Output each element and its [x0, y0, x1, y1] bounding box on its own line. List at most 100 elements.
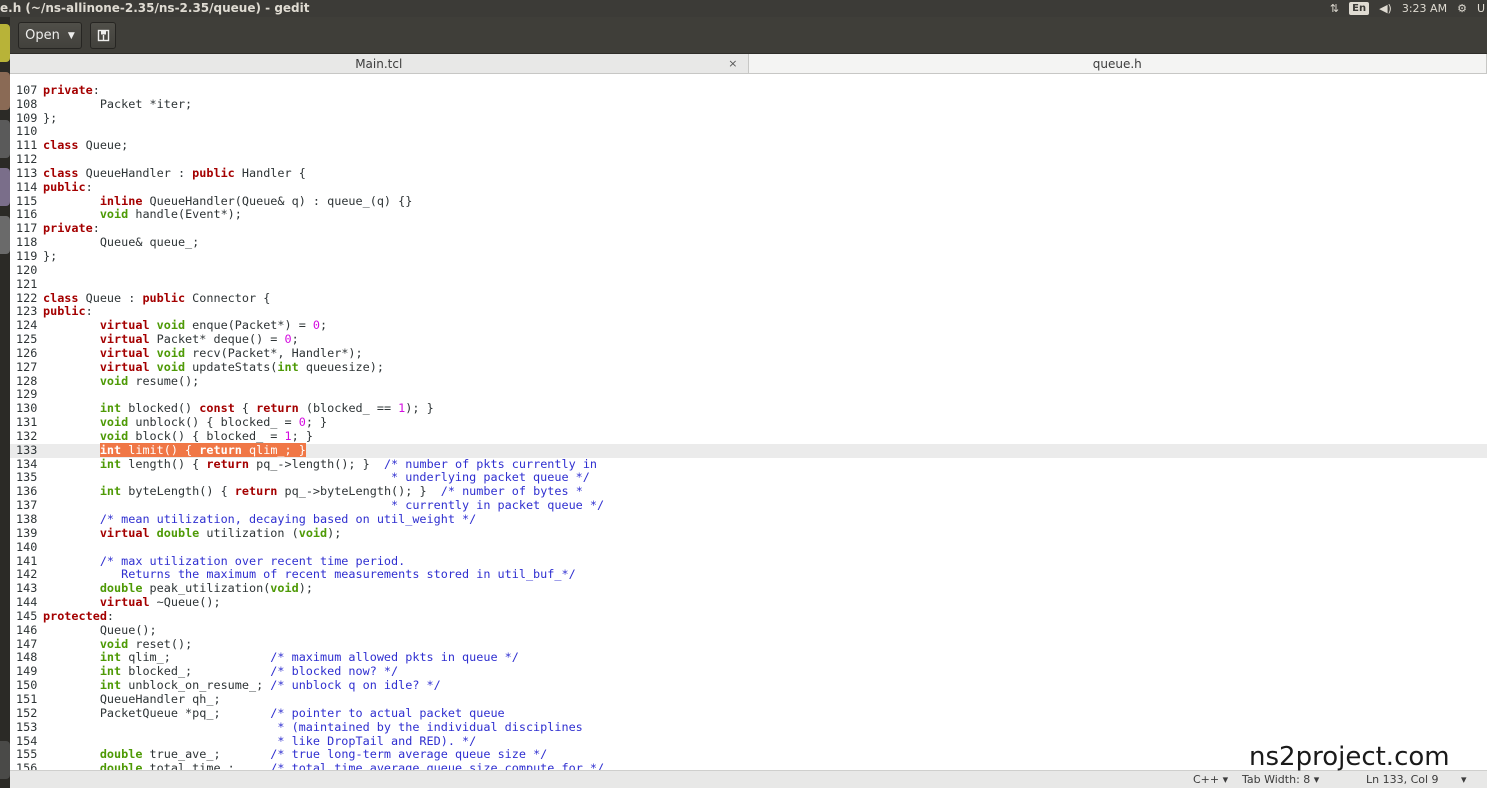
tab-main-tcl[interactable]: Main.tcl × — [10, 54, 749, 73]
code-line: 118 Queue& queue_; — [10, 235, 1487, 250]
code-line: 148 int qlim_; /* maximum allowed pkts i… — [10, 651, 1487, 665]
code-line: 142 Returns the maximum of recent measur… — [10, 567, 1487, 582]
pin-icon[interactable] — [90, 22, 116, 49]
code-line: 133 int limit() { return qlim_; } — [10, 442, 1487, 458]
code-line: 115 inline QueueHandler(Queue& q) : queu… — [10, 193, 1487, 209]
line-number: 108 — [16, 96, 38, 111]
code-line: 130 int blocked() const { return (blocke… — [10, 401, 1487, 416]
line-number: 127 — [16, 359, 38, 374]
launcher-app-icon[interactable] — [0, 72, 10, 110]
code-line: 114 public: — [10, 179, 1487, 195]
line-number: 112 — [16, 152, 38, 167]
code-line: 125 virtual Packet* deque() = 0; — [10, 332, 1487, 347]
line-number: 132 — [16, 428, 38, 443]
line-number: 141 — [16, 553, 38, 568]
open-button[interactable]: Open ▼ — [18, 22, 82, 49]
code-line: 113 class QueueHandler : public Handler { — [10, 166, 1487, 181]
language-selector[interactable]: C++ ▾ — [1193, 773, 1228, 786]
line-number: 137 — [16, 498, 38, 513]
header-bar: Open ▼ — [10, 17, 1487, 54]
code-line: 152 PacketQueue *pq_; /* pointer to actu… — [10, 706, 1487, 721]
line-number: 115 — [16, 193, 38, 208]
chevron-down-icon: ▼ — [67, 30, 75, 41]
code-line: 109}; — [10, 111, 1487, 126]
code-line: 138 /* mean utilization, decaying based … — [10, 512, 1487, 527]
code-line: 122 class Queue : public Connector { — [10, 291, 1487, 306]
code-line: 126 virtual void recv(Packet*, Handler*)… — [10, 345, 1487, 361]
code-line: 143 double peak_utilization(void); — [10, 581, 1487, 596]
user-indicator[interactable]: U — [1477, 0, 1485, 17]
code-line: 139 virtual double utilization (void); — [10, 526, 1487, 541]
code-editor[interactable]: 107 private: 108 Packet *iter; 109}; 110 111 c… — [10, 74, 1487, 770]
line-number: 118 — [16, 235, 38, 250]
launcher-app-icon[interactable] — [0, 168, 10, 206]
line-number: 140 — [16, 539, 38, 554]
tab-label: Main.tcl — [355, 57, 403, 71]
line-number: 120 — [16, 262, 38, 277]
code-line: 111 class Queue; — [10, 138, 1487, 153]
code-line: 129 — [10, 388, 1487, 402]
line-number: 142 — [16, 567, 38, 582]
line-number: 146 — [16, 622, 38, 637]
code-line: 146 Queue(); — [10, 622, 1487, 638]
watermark: ns2project.com — [1249, 742, 1450, 772]
line-number: 114 — [16, 179, 38, 194]
code-line: 150 int unblock_on_resume_; /* unblock q… — [10, 678, 1487, 693]
line-number: 151 — [16, 691, 38, 706]
keyboard-layout-indicator[interactable]: En — [1349, 2, 1370, 15]
line-number: 110 — [16, 124, 38, 139]
code-line: 141 /* max utilization over recent time … — [10, 553, 1487, 569]
status-bar: C++ ▾ Tab Width: 8 ▾ Ln 133, Col 9 ▾ — [10, 770, 1487, 788]
code-line: 140 — [10, 539, 1487, 555]
code-line: 110 — [10, 125, 1487, 139]
code-line: 116 void handle(Event*); — [10, 208, 1487, 222]
launcher — [0, 17, 10, 788]
line-number: 136 — [16, 484, 38, 499]
top-panel: e.h (~/ns-allinone-2.35/ns-2.35/queue) -… — [0, 0, 1487, 17]
line-number: 153 — [16, 719, 38, 734]
code-lines: 107 private: 108 Packet *iter; 109}; 110 111 c… — [10, 74, 1487, 770]
line-number: 148 — [16, 650, 38, 665]
launcher-app-icon[interactable] — [0, 120, 10, 158]
line-number: 126 — [16, 345, 38, 360]
line-number: 147 — [16, 636, 38, 651]
network-icon[interactable]: ⇅ — [1330, 0, 1339, 17]
line-number: 145 — [16, 608, 38, 623]
code-line: 132 void block() { blocked_ = 1; } — [10, 428, 1487, 444]
gear-icon[interactable]: ⚙ — [1457, 0, 1467, 17]
code-line: 147 void reset(); — [10, 636, 1487, 652]
document-tabs: Main.tcl × queue.h — [10, 54, 1487, 74]
code-line: 120 — [10, 262, 1487, 278]
tab-width-selector[interactable]: Tab Width: 8 ▾ — [1242, 773, 1319, 786]
close-icon[interactable]: × — [728, 54, 737, 74]
clock[interactable]: 3:23 AM — [1402, 0, 1447, 17]
code-line: 131 void unblock() { blocked_ = 0; } — [10, 415, 1487, 430]
speaker-icon[interactable]: ◀) — [1379, 0, 1392, 17]
line-number: 154 — [16, 733, 38, 748]
window-title: e.h (~/ns-allinone-2.35/ns-2.35/queue) -… — [0, 1, 310, 15]
open-button-label: Open — [25, 28, 60, 43]
cursor-position[interactable]: Ln 133, Col 9 — [1366, 773, 1439, 786]
code-line: 136 int byteLength() { return pq_->byteL… — [10, 484, 1487, 499]
tab-label: queue.h — [1092, 57, 1142, 71]
launcher-app-icon[interactable] — [0, 24, 10, 62]
code-line: 124 virtual void enque(Packet*) = 0; — [10, 318, 1487, 333]
line-number: 130 — [16, 401, 38, 416]
launcher-app-icon[interactable] — [0, 216, 10, 254]
indicator-area: ⇅ En ◀) 3:23 AM ⚙ U — [1330, 0, 1487, 17]
code-line: 121 — [10, 276, 1487, 292]
line-number: 144 — [16, 595, 38, 610]
code-line: 127 virtual void updateStats(int queuesi… — [10, 359, 1487, 375]
code-line: 135 * underlying packet queue */ — [10, 471, 1487, 485]
code-line: 108 Packet *iter; — [10, 96, 1487, 112]
line-number: 135 — [16, 470, 38, 485]
code-line: 153 * (maintained by the individual disc… — [10, 719, 1487, 735]
tab-queue-h[interactable]: queue.h — [748, 54, 1487, 73]
line-number: 124 — [16, 318, 38, 333]
code-line: 123 public: — [10, 304, 1487, 319]
line-number: 121 — [16, 276, 38, 291]
code-line: 117 private: — [10, 221, 1487, 236]
chevron-down-icon[interactable]: ▾ — [1461, 773, 1467, 786]
code-line: 145 protected: — [10, 608, 1487, 624]
launcher-trash-icon[interactable] — [0, 741, 10, 779]
